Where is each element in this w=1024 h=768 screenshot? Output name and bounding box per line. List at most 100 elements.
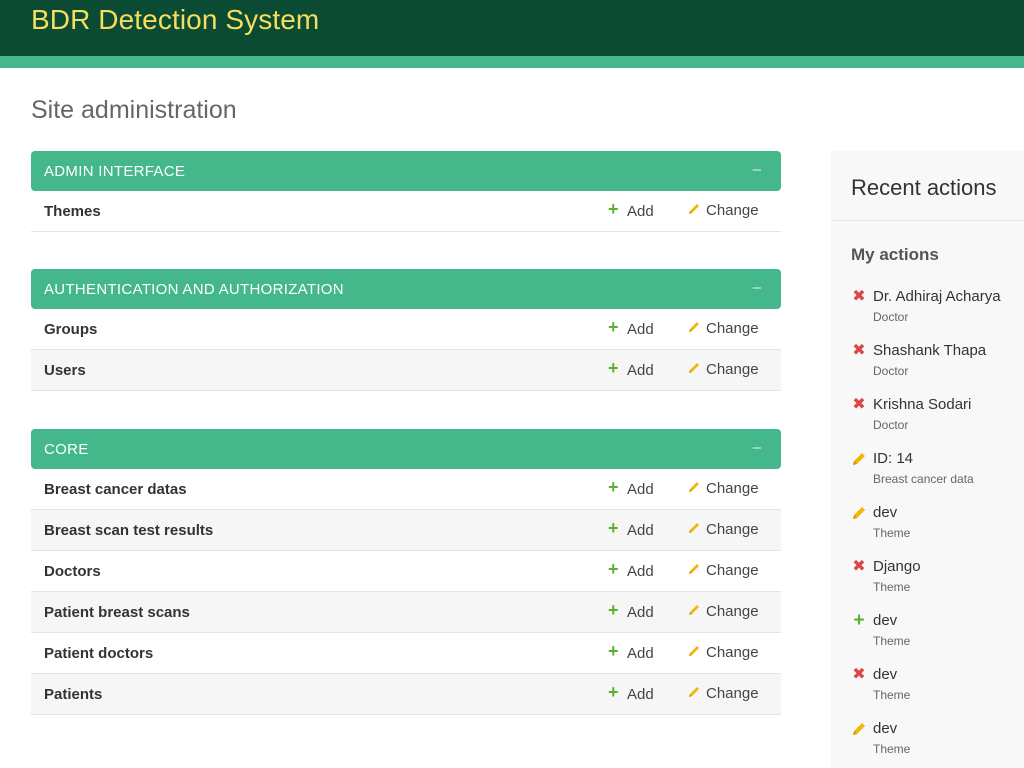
pencil-icon: [853, 723, 865, 735]
action-object-type: Doctor: [873, 364, 909, 378]
model-link[interactable]: Patient breast scans: [44, 604, 190, 621]
delete-icon: ✖: [852, 342, 866, 359]
action-object-link[interactable]: dev: [873, 612, 897, 629]
change-link[interactable]: Change: [686, 562, 759, 579]
site-branding[interactable]: BDR Detection System: [31, 4, 319, 36]
model-link[interactable]: Users: [44, 362, 86, 379]
add-link[interactable]: + Add: [608, 477, 654, 498]
model-link[interactable]: Doctors: [44, 563, 101, 580]
plus-icon: +: [608, 600, 619, 620]
collapse-toggle[interactable]: –: [753, 439, 761, 456]
pencil-icon: [853, 453, 865, 465]
module-header: ADMIN INTERFACE –: [31, 151, 781, 191]
action-object-link[interactable]: ID: 14: [873, 450, 913, 467]
action-object-type: Theme: [873, 526, 911, 540]
my-actions-heading: My actions: [851, 245, 939, 264]
model-link[interactable]: Breast scan test results: [44, 522, 213, 539]
plus-icon: +: [853, 610, 865, 631]
add-link[interactable]: + Add: [608, 518, 654, 539]
model-link[interactable]: Patients: [44, 686, 102, 703]
plus-icon: +: [608, 358, 619, 378]
plus-icon: +: [608, 682, 619, 702]
model-row-groups: Groups + Add Change: [31, 309, 781, 350]
header: BDR Detection System: [0, 0, 1024, 56]
module-caption[interactable]: ADMIN INTERFACE: [44, 163, 185, 180]
change-link[interactable]: Change: [686, 361, 759, 378]
action-object-type: Theme: [873, 742, 911, 756]
pencil-icon: [689, 204, 699, 214]
divider: [831, 220, 1024, 221]
model-row-users: Users + Add Change: [31, 350, 781, 391]
pencil-icon: [689, 605, 699, 615]
change-link[interactable]: Change: [686, 603, 759, 620]
model-row-doctors: Doctors + Add Change: [31, 551, 781, 592]
change-link[interactable]: Change: [686, 685, 759, 702]
change-link[interactable]: Change: [686, 480, 759, 497]
pencil-icon: [689, 482, 699, 492]
action-object-type: Theme: [873, 688, 911, 702]
delete-icon: ✖: [852, 288, 866, 305]
pencil-icon: [689, 363, 699, 373]
model-link[interactable]: Patient doctors: [44, 645, 153, 662]
change-link[interactable]: Change: [686, 202, 759, 219]
action-object-link[interactable]: dev: [873, 504, 897, 521]
recent-actions-title: Recent actions: [851, 175, 997, 200]
action-object-type: Theme: [873, 634, 911, 648]
plus-icon: +: [608, 317, 619, 337]
module-caption[interactable]: AUTHENTICATION AND AUTHORIZATION: [44, 281, 344, 298]
pencil-icon: [689, 687, 699, 697]
model-row-breast-cancer-datas: Breast cancer datas + Add Change: [31, 469, 781, 510]
delete-icon: ✖: [852, 558, 866, 575]
page-title: Site administration: [31, 96, 237, 124]
module-admin-interface: ADMIN INTERFACE – Themes + Add Change: [31, 151, 781, 232]
change-link[interactable]: Change: [686, 521, 759, 538]
delete-icon: ✖: [852, 666, 866, 683]
model-link[interactable]: Breast cancer datas: [44, 481, 187, 498]
add-link[interactable]: + Add: [608, 199, 654, 220]
action-object-type: Theme: [873, 580, 911, 594]
plus-icon: +: [608, 199, 619, 219]
action-object-link[interactable]: Dr. Adhiraj Acharya: [873, 288, 1001, 305]
add-link[interactable]: + Add: [608, 600, 654, 621]
model-link[interactable]: Themes: [44, 203, 101, 220]
action-object-type: Breast cancer data: [873, 472, 974, 486]
model-row-patient-doctors: Patient doctors + Add Change: [31, 633, 781, 674]
action-object-type: Doctor: [873, 418, 909, 432]
module-header: CORE –: [31, 429, 781, 469]
add-link[interactable]: + Add: [608, 358, 654, 379]
change-link[interactable]: Change: [686, 320, 759, 337]
add-link[interactable]: + Add: [608, 317, 654, 338]
add-link[interactable]: + Add: [608, 682, 654, 703]
model-row-breast-scan-test-results: Breast scan test results + Add Change: [31, 510, 781, 551]
recent-actions-panel: Recent actions My actions ✖ Dr. Adhiraj …: [831, 151, 1024, 768]
delete-icon: ✖: [852, 396, 866, 413]
pencil-icon: [689, 322, 699, 332]
plus-icon: +: [608, 518, 619, 538]
plus-icon: +: [608, 477, 619, 497]
change-link[interactable]: Change: [686, 644, 759, 661]
model-row-themes: Themes + Add Change: [31, 191, 781, 232]
model-link[interactable]: Groups: [44, 321, 97, 338]
pencil-icon: [853, 507, 865, 519]
action-object-link[interactable]: Django: [873, 558, 921, 575]
collapse-toggle[interactable]: –: [753, 161, 761, 178]
pencil-icon: [689, 564, 699, 574]
pencil-icon: [689, 523, 699, 533]
module-authentication: AUTHENTICATION AND AUTHORIZATION – Group…: [31, 269, 781, 391]
module-caption[interactable]: CORE: [44, 441, 89, 458]
action-object-type: Doctor: [873, 310, 909, 324]
plus-icon: +: [608, 641, 619, 661]
pencil-icon: [689, 646, 699, 656]
collapse-toggle[interactable]: –: [753, 279, 761, 296]
header-accent-bar: [0, 56, 1024, 68]
action-object-link[interactable]: Krishna Sodari: [873, 396, 971, 413]
action-object-link[interactable]: Shashank Thapa: [873, 342, 986, 359]
model-row-patients: Patients + Add Change: [31, 674, 781, 715]
plus-icon: +: [608, 559, 619, 579]
add-link[interactable]: + Add: [608, 641, 654, 662]
module-core: CORE – Breast cancer datas + Add Change B…: [31, 429, 781, 715]
action-object-link[interactable]: dev: [873, 720, 897, 737]
model-row-patient-breast-scans: Patient breast scans + Add Change: [31, 592, 781, 633]
action-object-link[interactable]: dev: [873, 666, 897, 683]
add-link[interactable]: + Add: [608, 559, 654, 580]
